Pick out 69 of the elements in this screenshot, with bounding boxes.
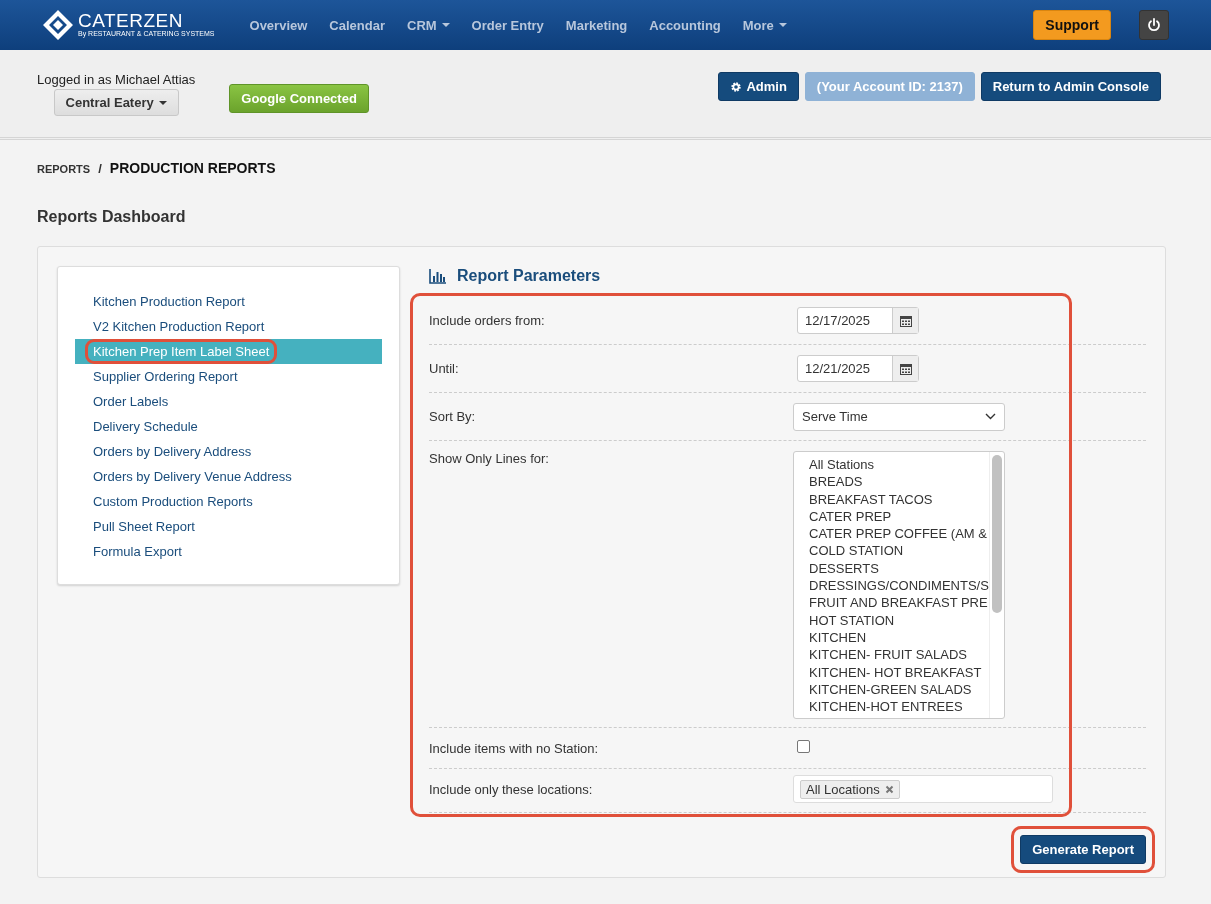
caret-icon [778, 23, 787, 27]
list-option[interactable]: BREAKFAST TACOS [809, 490, 989, 508]
admin-button[interactable]: Admin [718, 72, 799, 101]
support-button[interactable]: Support [1033, 10, 1111, 40]
list-option[interactable]: KITCHEN- FRUIT SALADS [809, 646, 989, 664]
date-field[interactable]: 12/17/2025 [797, 307, 919, 334]
list-option[interactable]: KITCHEN-GREEN SALADS [809, 680, 989, 699]
list-option[interactable]: FRUIT AND BREAKFAST PRE [809, 594, 989, 612]
scrollbar[interactable] [989, 452, 1004, 718]
power-icon [1147, 18, 1161, 32]
report-link[interactable]: Delivery Schedule [85, 414, 206, 439]
list-option[interactable]: BREADS [809, 473, 989, 491]
list-option[interactable]: DRESSINGS/CONDIMENTS/S [809, 577, 989, 595]
report-link[interactable]: Pull Sheet Report [85, 514, 203, 539]
list-option[interactable]: HOT STATION [809, 611, 989, 629]
return-to-admin-console-button[interactable]: Return to Admin Console [980, 72, 1161, 101]
report-link[interactable]: Orders by Delivery Venue Address [85, 464, 300, 489]
calendar-icon [899, 314, 912, 327]
report-link[interactable]: Formula Export [85, 539, 190, 564]
field-label: Sort By: [429, 409, 477, 424]
locations-field[interactable]: All Locations [793, 775, 1053, 803]
field-label: Include items with no Station: [429, 740, 600, 756]
report-link[interactable]: Custom Production Reports [85, 489, 261, 514]
report-link[interactable]: Order Labels [85, 389, 177, 414]
list-option[interactable]: DESSERTS [809, 559, 989, 578]
field-label: Include orders from: [429, 313, 546, 328]
report-link[interactable]: Supplier Ordering Report [85, 364, 246, 389]
gear-icon [730, 80, 743, 93]
logo-text: CATERZEN [78, 12, 184, 30]
list-option[interactable]: KITCHEN-HOT ENTREES [809, 698, 989, 716]
nav-link[interactable]: Overview [238, 17, 319, 33]
page-title: Reports Dashboard [37, 208, 187, 226]
location-dropdown[interactable]: Central Eatery [53, 89, 179, 116]
list-option[interactable]: COLD STATION [809, 542, 989, 560]
nav-link[interactable]: Accounting [638, 17, 732, 33]
list-option[interactable]: All Stations [809, 456, 989, 474]
breadcrumb-separator: / [98, 161, 102, 176]
list-option[interactable]: CATER PREP COFFEE (AM & [809, 525, 989, 543]
date-field[interactable]: 12/21/2025 [797, 355, 919, 382]
nav-link[interactable]: Order Entry [460, 17, 555, 33]
nav-link[interactable]: Calendar [318, 17, 396, 33]
nav-link[interactable]: CRM [396, 17, 461, 33]
nav-link[interactable]: More [731, 17, 798, 33]
breadcrumb-link[interactable]: REPORTS [37, 163, 91, 175]
logged-in-text: Logged in as Michael Attias [37, 72, 196, 87]
calendar-icon [899, 362, 912, 375]
sort-by-dropdown[interactable]: Serve Time [793, 402, 1005, 431]
checkbox[interactable] [797, 740, 810, 753]
list-option[interactable]: CATER PREP [809, 507, 989, 526]
bar-chart-icon [429, 268, 447, 284]
field-label: Show Only Lines for: [429, 451, 550, 466]
caret-icon [158, 100, 167, 105]
generate-report-button[interactable]: Generate Report [1020, 835, 1146, 864]
logo-icon [42, 9, 74, 41]
caret-icon [441, 23, 450, 27]
nav-link[interactable]: Marketing [554, 17, 639, 33]
report-link[interactable]: V2 Kitchen Production Report [85, 314, 273, 339]
field-label: Until: [429, 361, 460, 376]
chevron-down-icon [985, 413, 996, 420]
list-option[interactable]: KITCHEN- HOT BREAKFAST [809, 663, 989, 681]
report-link[interactable]: Kitchen Production Report [85, 289, 253, 314]
remove-icon[interactable] [884, 784, 894, 794]
list-option[interactable]: KITCHEN [809, 628, 989, 647]
field-label: Include only these locations: [429, 781, 594, 797]
report-link[interactable]: Orders by Delivery Address [85, 439, 260, 464]
section-title: Report Parameters [457, 267, 601, 285]
tag-label: All Locations [806, 781, 880, 797]
breadcrumb-current: PRODUCTION REPORTS [109, 160, 276, 176]
power-button[interactable] [1139, 10, 1169, 40]
